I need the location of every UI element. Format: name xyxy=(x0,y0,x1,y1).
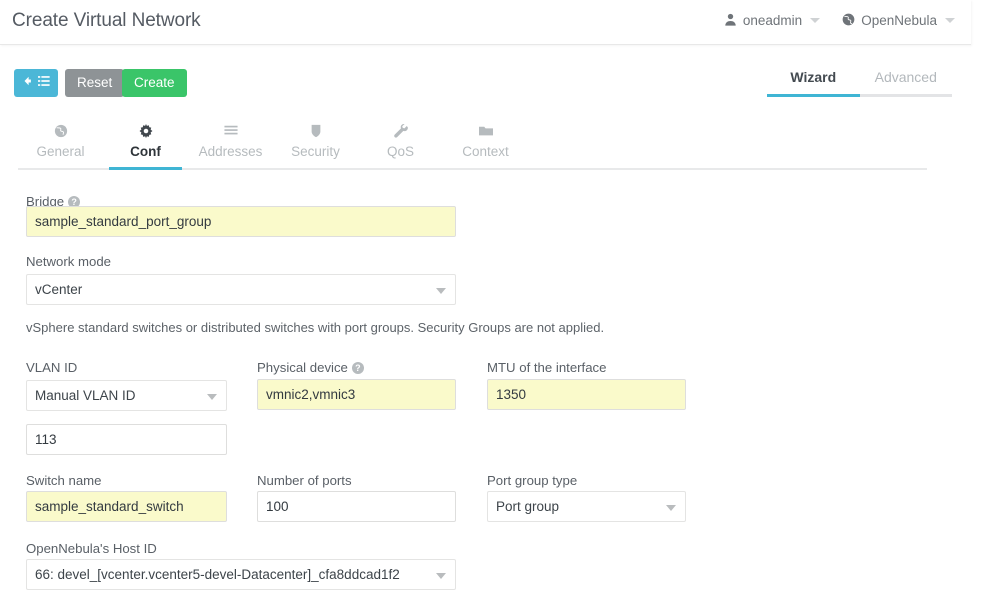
help-icon[interactable]: ? xyxy=(351,362,364,374)
tab-context-label: Context xyxy=(462,144,509,159)
tab-qos[interactable]: QoS xyxy=(358,122,443,168)
chevron-down-icon xyxy=(436,288,446,294)
chevron-down-icon xyxy=(436,573,446,579)
tab-security-label: Security xyxy=(291,144,340,159)
user-menu[interactable]: oneadmin xyxy=(724,13,821,29)
vlan-id-value-input[interactable] xyxy=(26,424,227,455)
user-icon xyxy=(724,13,737,29)
switch-name-label: Switch name xyxy=(26,473,102,488)
host-id-select[interactable]: 66: devel_[vcenter.vcenter5-devel-Datace… xyxy=(26,559,456,590)
chevron-down-icon xyxy=(810,18,821,24)
switch-name-input[interactable] xyxy=(26,491,227,522)
globe-icon xyxy=(842,13,855,29)
globe-icon xyxy=(18,124,103,141)
wizard-tabs: General Conf Addresses Security QoS Cont… xyxy=(18,122,927,170)
tab-general[interactable]: General xyxy=(18,122,103,168)
mtu-label: MTU of the interface xyxy=(487,360,607,375)
tab-general-label: General xyxy=(36,144,85,159)
zone-menu[interactable]: OpenNebula xyxy=(842,13,955,29)
vlan-id-value: Manual VLAN ID xyxy=(35,388,136,403)
tab-conf-label: Conf xyxy=(130,144,161,159)
tab-addresses-label: Addresses xyxy=(198,144,263,159)
tab-addresses[interactable]: Addresses xyxy=(188,122,273,168)
page-title: Create Virtual Network xyxy=(12,10,201,31)
tab-wizard[interactable]: Wizard xyxy=(767,69,860,97)
tab-qos-label: QoS xyxy=(386,144,414,159)
mtu-input[interactable] xyxy=(487,379,686,410)
network-mode-select[interactable]: vCenter xyxy=(26,274,456,305)
chevron-down-icon xyxy=(666,505,676,511)
network-mode-description: vSphere standard switches or distributed… xyxy=(26,320,605,335)
header-right-controls: oneadmin OpenNebula xyxy=(724,13,955,29)
back-to-list-button[interactable] xyxy=(14,69,58,97)
tab-context[interactable]: Context xyxy=(443,122,528,168)
app-header: Create Virtual Network oneadmin OpenNebu… xyxy=(0,0,971,45)
list-icon xyxy=(37,69,50,97)
tab-conf[interactable]: Conf xyxy=(103,122,188,170)
port-group-type-value: Port group xyxy=(496,499,560,514)
number-of-ports-label: Number of ports xyxy=(257,473,352,488)
vlan-id-select[interactable]: Manual VLAN ID xyxy=(26,380,227,411)
physical-device-label: Physical device? xyxy=(257,360,364,375)
wrench-icon xyxy=(358,124,443,141)
port-group-type-label: Port group type xyxy=(487,473,578,488)
list-icon xyxy=(188,124,273,141)
number-of-ports-input[interactable] xyxy=(257,491,456,522)
port-group-type-select[interactable]: Port group xyxy=(487,491,686,522)
host-id-value: 66: devel_[vcenter.vcenter5-devel-Datace… xyxy=(35,567,400,582)
form-mode-switch: Wizard Advanced xyxy=(767,69,952,97)
reset-button[interactable]: Reset xyxy=(65,69,125,97)
shield-icon xyxy=(273,124,358,141)
gear-icon xyxy=(103,124,188,141)
user-label: oneadmin xyxy=(742,13,803,29)
vlan-id-label: VLAN ID xyxy=(26,360,78,375)
chevron-down-icon xyxy=(945,18,955,24)
folder-icon xyxy=(443,124,528,141)
tab-advanced[interactable]: Advanced xyxy=(859,69,952,97)
tab-security[interactable]: Security xyxy=(273,122,358,168)
physical-device-input[interactable] xyxy=(257,379,456,410)
chevron-down-icon xyxy=(207,394,217,400)
arrow-left-icon xyxy=(23,69,35,97)
network-mode-label: Network mode xyxy=(26,254,112,269)
network-mode-value: vCenter xyxy=(35,282,83,297)
bridge-input[interactable] xyxy=(26,206,456,237)
host-id-label: OpenNebula's Host ID xyxy=(26,541,157,556)
zone-label: OpenNebula xyxy=(861,13,937,29)
create-button[interactable]: Create xyxy=(122,69,187,97)
